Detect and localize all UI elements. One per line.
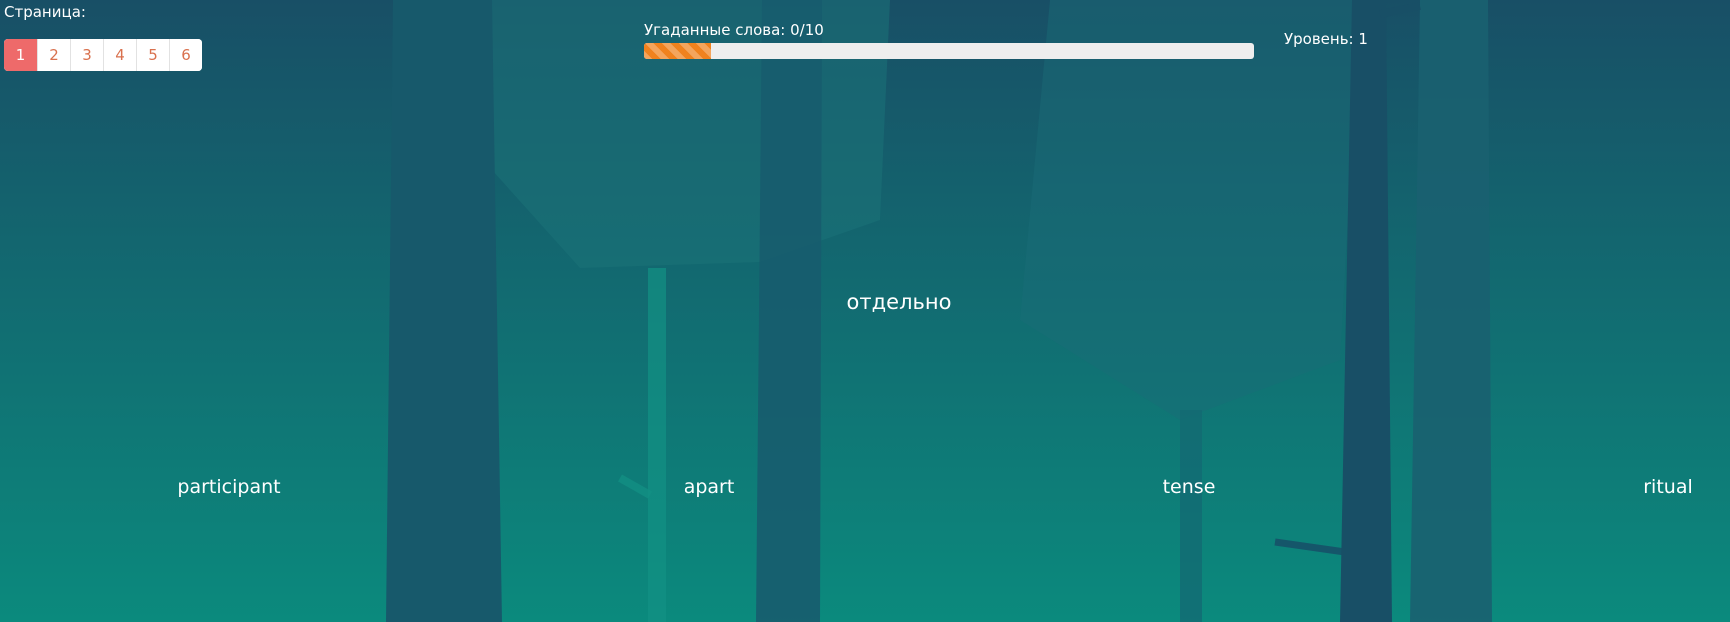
level-label: Уровень: 1: [1284, 30, 1368, 48]
page-button-3[interactable]: 3: [70, 39, 103, 71]
answer-option-3[interactable]: tense: [1163, 476, 1216, 498]
page-button-2[interactable]: 2: [37, 39, 70, 71]
progress-bar: [644, 43, 1254, 59]
answer-option-4[interactable]: ritual: [1643, 476, 1693, 498]
page-button-6[interactable]: 6: [169, 39, 202, 71]
answer-option-2[interactable]: apart: [684, 476, 735, 498]
page-button-1[interactable]: 1: [4, 39, 37, 71]
answer-option-1[interactable]: participant: [177, 476, 280, 498]
page-button-4[interactable]: 4: [103, 39, 136, 71]
question-word: отдельно: [846, 290, 952, 314]
page-label: Страница:: [4, 3, 86, 21]
guessed-words-label: Угаданные слова: 0/10: [644, 21, 824, 39]
page-pagination: 1 2 3 4 5 6: [4, 39, 202, 71]
progress-bar-fill: [644, 43, 712, 59]
page-button-5[interactable]: 5: [136, 39, 169, 71]
